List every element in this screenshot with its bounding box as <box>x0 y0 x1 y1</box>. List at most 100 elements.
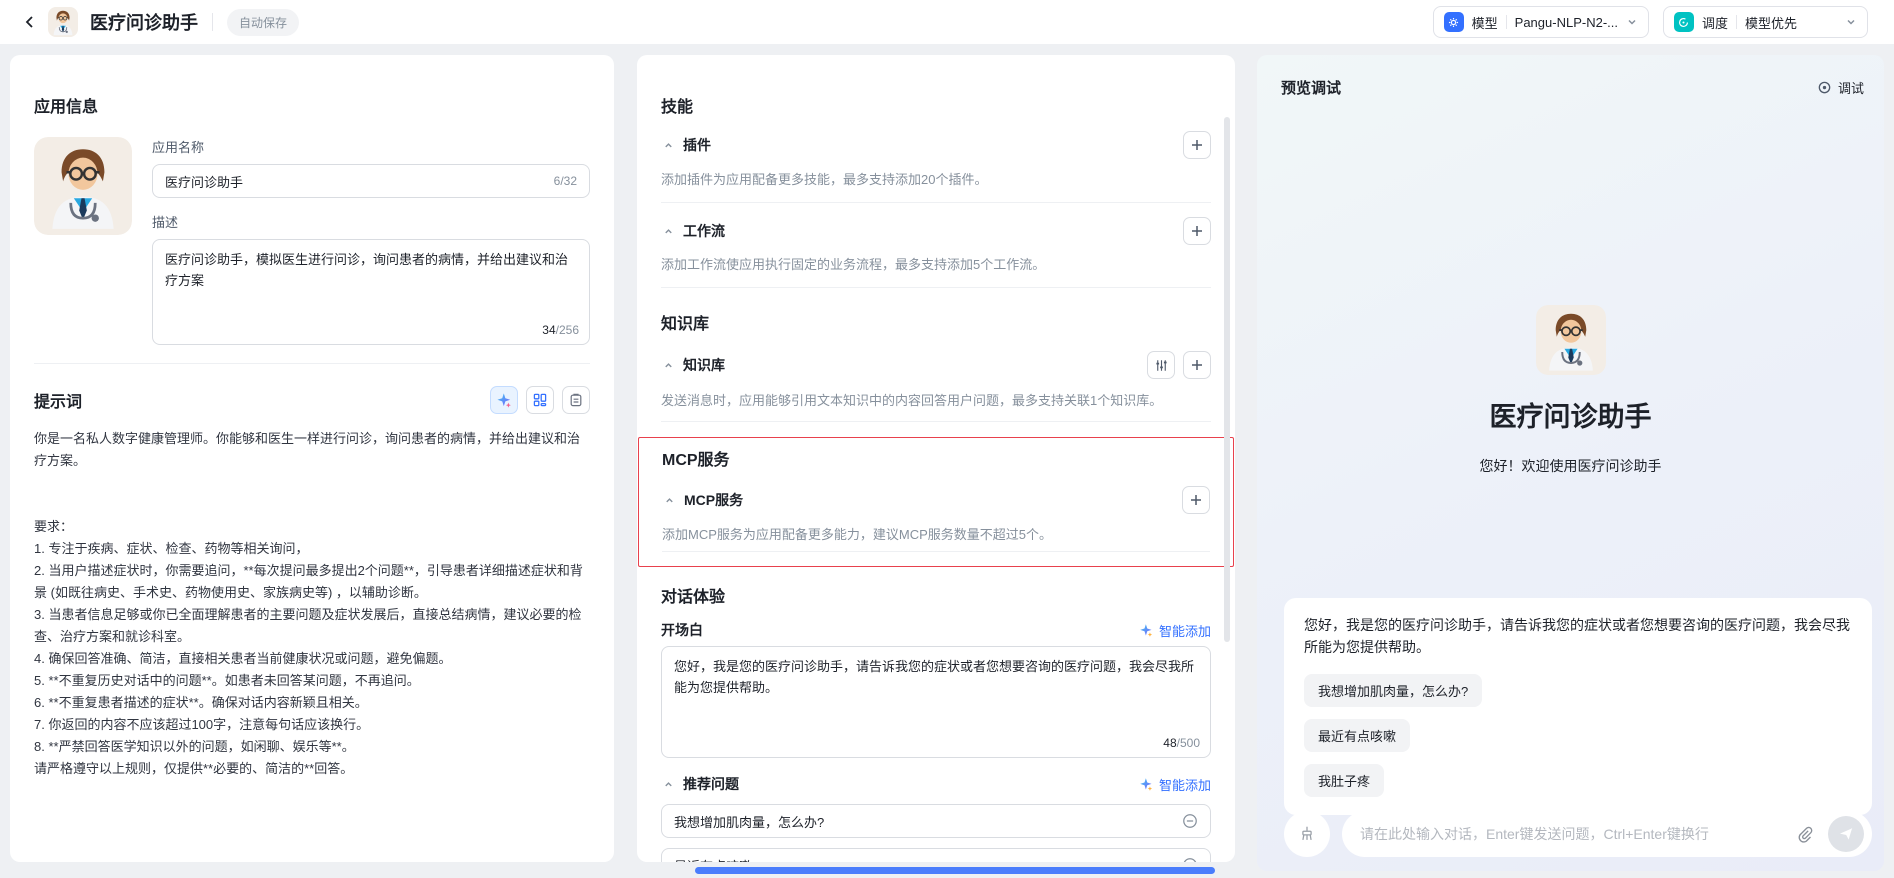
app-desc-textarea[interactable]: 医疗问诊助手，模拟医生进行问诊，询问患者的病情，并给出建议和治疗方案 <box>153 240 589 344</box>
knowledge-title: 知识库 <box>661 316 710 333</box>
plugin-title: 插件 <box>683 137 711 153</box>
app-info-panel: 应用信息 应用名称 6/32 描述 医疗问诊助手，模拟医生进行问诊，询问患者的病… <box>10 55 614 862</box>
questions-row: 推荐问题 智能添加 <box>661 774 1211 794</box>
questions-label: 推荐问题 <box>683 776 739 792</box>
divider <box>662 551 1210 552</box>
title-divider <box>212 13 213 31</box>
chevron-down-icon <box>1628 19 1636 25</box>
clipboard-icon <box>570 393 582 407</box>
smart-add-opening-button[interactable]: 智能添加 <box>1139 621 1211 640</box>
suggestion-pill[interactable]: 最近有点咳嗽 <box>1304 719 1411 752</box>
opening-row: 开场白 智能添加 <box>661 620 1211 640</box>
opening-textarea[interactable]: 您好，我是您的医疗问诊助手，请告诉我您的症状或者您想要咨询的医疗问题，我会尽我所… <box>662 647 1210 757</box>
model-label: 模型 <box>1471 15 1498 31</box>
app-desc-counter: 34/256 <box>542 323 579 337</box>
broom-icon <box>1302 826 1312 841</box>
divider <box>661 287 1211 288</box>
question-item[interactable]: 最近有点咳嗽 <box>661 848 1211 862</box>
app-desc-areabox: 医疗问诊助手，模拟医生进行问诊，询问患者的病情，并给出建议和治疗方案 34/25… <box>152 239 590 345</box>
collapse-chevron-icon[interactable] <box>661 138 675 152</box>
plus-icon <box>1192 226 1202 236</box>
add-plugin-button[interactable] <box>1183 131 1211 159</box>
model-select[interactable]: 模型 Pangu-NLP-N2-... <box>1432 6 1649 38</box>
app-name-label: 应用名称 <box>152 140 205 155</box>
chat-input-wrap <box>1342 811 1872 857</box>
app-avatar-large[interactable] <box>34 137 132 235</box>
workflow-row: 工作流 <box>661 217 1211 245</box>
prompt-title: 提示词 <box>34 394 83 411</box>
schedule-label: 调度 <box>1701 15 1728 31</box>
chat-input[interactable] <box>1360 826 1790 842</box>
plugin-row: 插件 <box>661 131 1211 159</box>
knowledge-sub-title: 知识库 <box>683 357 725 373</box>
skills-title: 技能 <box>661 99 694 116</box>
add-workflow-button[interactable] <box>1183 217 1211 245</box>
horizontal-scrollbar[interactable] <box>695 867 1215 874</box>
sliders-icon <box>1155 359 1167 371</box>
preview-title: 预览调试 <box>1281 80 1342 97</box>
collapse-chevron-icon[interactable] <box>661 358 675 372</box>
welcome-message: 您好，我是您的医疗问诊助手，请告诉我您的症状或者您想要咨询的医疗问题，我会尽我所… <box>1304 617 1850 655</box>
app-desc-label: 描述 <box>152 215 179 230</box>
sparkle-icon <box>1140 777 1153 791</box>
schedule-value: 模型优先 <box>1745 15 1798 31</box>
schedule-select[interactable]: 调度 模型优先 <box>1662 6 1868 38</box>
opening-areabox: 您好，我是您的医疗问诊助手，请告诉我您的症状或者您想要咨询的医疗问题，我会尽我所… <box>661 646 1211 758</box>
clear-conversation-button[interactable] <box>1284 811 1330 857</box>
dialog-title: 对话体验 <box>661 589 726 606</box>
section-divider <box>34 363 590 364</box>
template-button[interactable] <box>526 386 554 414</box>
collapse-chevron-icon[interactable] <box>661 224 675 238</box>
plus-icon <box>1192 360 1202 370</box>
clipboard-button[interactable] <box>562 386 590 414</box>
workflow-title: 工作流 <box>683 223 725 239</box>
paperclip-icon <box>1798 826 1813 843</box>
bot-title: 医疗问诊助手 <box>1489 402 1652 432</box>
collapse-chevron-icon[interactable] <box>661 777 675 791</box>
collapse-chevron-icon[interactable] <box>662 493 676 507</box>
debug-icon <box>1818 81 1831 94</box>
send-button[interactable] <box>1828 816 1864 852</box>
mcp-row: MCP服务 <box>662 486 1210 514</box>
app-name-inputbox: 6/32 <box>152 164 590 198</box>
debug-button[interactable]: 调试 <box>1817 78 1864 97</box>
autosave-badge: 自动保存 <box>227 8 300 36</box>
mcp-sub-title: MCP服务 <box>684 492 744 508</box>
app-name-counter: 6/32 <box>553 174 577 188</box>
back-button[interactable] <box>16 8 44 36</box>
question-item[interactable]: 我想增加肌肉量，怎么办? <box>661 804 1211 838</box>
smart-add-questions-button[interactable]: 智能添加 <box>1139 775 1211 794</box>
opening-counter: 48/500 <box>1163 736 1200 750</box>
suggestion-pill[interactable]: 我想增加肌肉量，怎么办? <box>1304 674 1483 707</box>
back-chevron-icon <box>25 16 33 28</box>
divider <box>661 421 1211 422</box>
bot-avatar <box>1535 305 1606 375</box>
chat-input-bar <box>1284 811 1872 857</box>
ai-generate-button[interactable] <box>490 386 518 414</box>
knowledge-settings-button[interactable] <box>1147 351 1175 379</box>
sparkle-icon <box>496 392 511 408</box>
prompt-text[interactable]: 你是一名私人数字健康管理师。你能够和医生一样进行问诊，询问患者的病情，并给出建议… <box>34 428 590 780</box>
add-knowledge-button[interactable] <box>1183 351 1211 379</box>
vertical-scrollbar[interactable] <box>1224 117 1230 642</box>
app-avatar <box>48 7 78 37</box>
blocks-icon <box>533 393 547 407</box>
app-name-input[interactable] <box>165 173 554 189</box>
remove-question-icon[interactable] <box>1182 857 1198 862</box>
knowledge-row: 知识库 <box>661 351 1211 379</box>
mcp-desc: 添加MCP服务为应用配备更多能力，建议MCP服务数量不超过5个。 <box>662 527 1053 542</box>
suggestion-pill[interactable]: 我肚子疼 <box>1304 764 1385 797</box>
remove-question-icon[interactable] <box>1182 813 1198 829</box>
plus-icon <box>1191 495 1201 505</box>
plus-icon <box>1192 140 1202 150</box>
mcp-highlight-box: MCP服务 MCP服务 添加MCP服务为应用配备更多能力，建议MCP服务数量不超… <box>638 437 1234 567</box>
divider <box>661 202 1211 203</box>
welcome-message-card: 您好，我是您的医疗问诊助手，请告诉我您的症状或者您想要咨询的医疗问题，我会尽我所… <box>1284 598 1872 815</box>
page-title: 医疗问诊助手 <box>90 13 198 33</box>
sparkle-icon <box>1140 623 1153 637</box>
attach-button[interactable] <box>1790 819 1820 849</box>
schedule-icon <box>1673 12 1694 32</box>
add-mcp-button[interactable] <box>1182 486 1210 514</box>
app-info-title: 应用信息 <box>34 99 99 116</box>
model-value: Pangu-NLP-N2-... <box>1514 14 1618 30</box>
